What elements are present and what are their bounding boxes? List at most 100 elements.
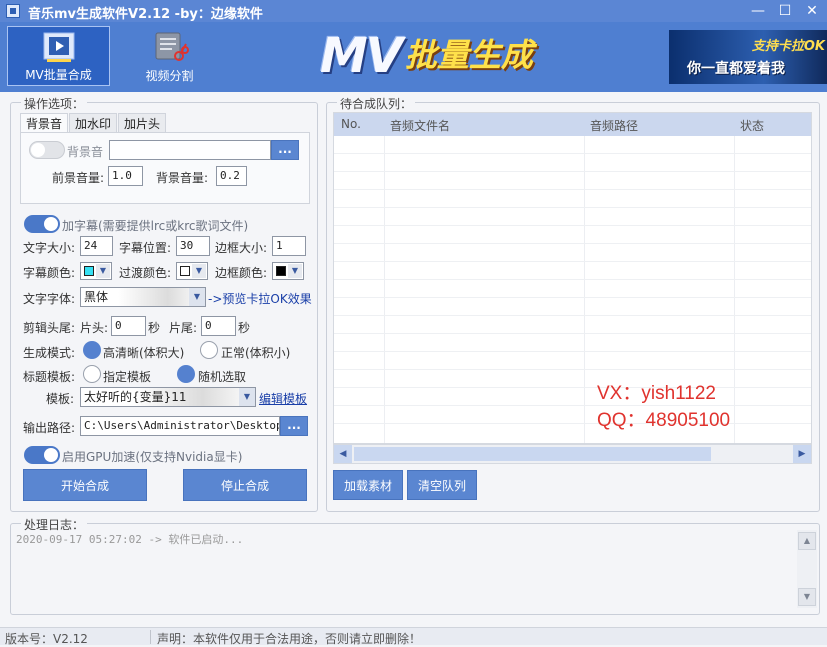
mode-hd-radio[interactable] (83, 341, 101, 359)
chevron-down-icon: ▼ (189, 288, 205, 306)
tab-video-split[interactable]: 视频分割 (118, 26, 221, 86)
row-divider (334, 423, 811, 424)
font-size-input[interactable]: 24 (80, 236, 113, 256)
column-status[interactable]: 状态 (740, 117, 764, 134)
mode-label: 生成模式: (23, 346, 76, 360)
log-line: 2020-09-17 05:27:02 -> 软件已启动... (16, 533, 244, 546)
template-random-radio[interactable] (177, 365, 195, 383)
row-divider (334, 171, 811, 172)
trim-tail-label: 片尾: (169, 321, 198, 335)
trim-head-input[interactable]: 0 (111, 316, 146, 336)
load-material-button[interactable]: 加载素材 (333, 470, 403, 500)
queue-table[interactable]: No. 音频文件名 音频路径 状态 (333, 112, 812, 444)
gpu-toggle[interactable] (24, 446, 60, 464)
minimize-button[interactable]: — (745, 1, 771, 21)
output-path-label: 输出路径: (23, 421, 76, 435)
mode-hd-label: 高清晰(体积大) (103, 346, 185, 360)
template-value: 太好听的{变量}11 (84, 390, 187, 404)
karaoke-preview-link[interactable]: ->预览卡拉OK效果 (208, 290, 312, 307)
edit-template-link[interactable]: 编辑模板 (259, 390, 307, 407)
row-divider (334, 189, 811, 190)
template-specified-radio[interactable] (83, 365, 101, 383)
gpu-toggle-label: 启用GPU加速(仅支持Nvidia显卡) (62, 450, 243, 464)
scroll-right-icon[interactable]: ▶ (793, 445, 811, 463)
output-browse-button[interactable]: ... (280, 416, 308, 436)
start-button[interactable]: 开始合成 (23, 469, 147, 501)
log-textarea[interactable]: 2020-09-17 05:27:02 -> 软件已启动... ▲ ▼ (11, 528, 817, 610)
subtitle-toggle-label: 加字幕(需要提供lrc或krc歌词文件) (62, 219, 249, 233)
scroll-down-icon[interactable]: ▼ (798, 588, 816, 606)
column-divider (734, 136, 735, 443)
tab-mv-batch[interactable]: MV批量合成 (7, 26, 110, 86)
font-family-select[interactable]: 黑体 ▼ (80, 287, 206, 307)
transition-color-swatch (180, 266, 190, 276)
video-cut-icon (155, 32, 189, 61)
chevron-down-icon: ▼ (288, 264, 302, 278)
scroll-left-icon[interactable]: ◀ (334, 445, 352, 463)
toolbar: MV批量合成 视频分割 MV 批量生成 支持卡拉OK 你一直都爱着我 (0, 22, 827, 92)
tab-intro[interactable]: 加片头 (118, 113, 167, 133)
template-label: 模板: (46, 392, 75, 406)
column-divider (384, 136, 385, 443)
tab-bgm[interactable]: 背景音 (20, 113, 69, 133)
column-audio-path[interactable]: 音频路径 (590, 117, 638, 134)
bgm-browse-button[interactable]: ... (271, 140, 299, 160)
row-divider (334, 315, 811, 316)
subtitle-color-picker[interactable]: ▼ (80, 262, 112, 280)
column-audio-filename[interactable]: 音频文件名 (390, 117, 450, 134)
trim-head-label: 片头: (80, 321, 109, 335)
notice-text: 声明：本软件仅用于合法用途，否则请立即删除！ (157, 632, 422, 646)
bg-volume-input[interactable]: 0.2 (216, 166, 247, 186)
column-divider (584, 136, 585, 443)
contact-qq: QQ：48905100 (597, 410, 731, 431)
chevron-down-icon: ▼ (239, 388, 255, 406)
row-divider (334, 279, 811, 280)
maximize-button[interactable]: ☐ (772, 1, 798, 21)
mode-normal-radio[interactable] (200, 341, 218, 359)
output-path-input[interactable]: C:\Users\Administrator\Desktop\d (80, 416, 280, 436)
window-title: 音乐mv生成软件V2.12 -by：边缘软件 (28, 7, 263, 22)
karaoke-banner: 支持卡拉OK 你一直都爱着我 (669, 30, 827, 84)
template-select[interactable]: 太好听的{变量}11 ▼ (80, 387, 256, 407)
column-no[interactable]: No. (341, 117, 361, 131)
trim-label: 剪辑头尾: (23, 321, 76, 335)
subtitle-position-label: 字幕位置: (119, 241, 172, 255)
stop-button[interactable]: 停止合成 (183, 469, 307, 501)
border-color-picker[interactable]: ▼ (272, 262, 304, 280)
font-size-label: 文字大小: (23, 241, 76, 255)
close-button[interactable]: ✕ (799, 1, 825, 21)
border-color-label: 边框颜色: (215, 266, 268, 280)
logo-mv-text: MV (320, 28, 403, 84)
queue-hscrollbar[interactable]: ◀ ▶ (333, 444, 812, 464)
bgm-toggle[interactable] (29, 141, 65, 159)
bgm-toggle-label: 背景音 (67, 145, 104, 159)
clear-queue-button[interactable]: 清空队列 (407, 470, 477, 500)
log-vscrollbar[interactable]: ▲ ▼ (797, 530, 817, 608)
front-volume-input[interactable]: 1.0 (108, 166, 143, 186)
tab-video-split-label: 视频分割 (145, 69, 194, 83)
front-volume-label: 前景音量: (52, 171, 105, 185)
subtitle-color-label: 字幕颜色: (23, 266, 76, 280)
scroll-up-icon[interactable]: ▲ (798, 532, 816, 550)
transition-color-label: 过渡颜色: (119, 266, 172, 280)
transition-color-picker[interactable]: ▼ (176, 262, 208, 280)
row-divider (334, 297, 811, 298)
row-divider (334, 243, 811, 244)
trim-tail-input[interactable]: 0 (201, 316, 236, 336)
chevron-down-icon: ▼ (96, 264, 110, 278)
trim-tail-unit: 秒 (238, 321, 251, 335)
title-bar: 音乐mv生成软件V2.12 -by：边缘软件 — ☐ ✕ (0, 0, 827, 22)
subtitle-position-input[interactable]: 30 (176, 236, 210, 256)
contact-vx: VX：yish1122 (597, 383, 716, 404)
tab-watermark[interactable]: 加水印 (69, 113, 118, 133)
row-divider (334, 351, 811, 352)
border-size-input[interactable]: 1 (272, 236, 306, 256)
title-template-label: 标题模板: (23, 370, 76, 384)
version-text: 版本号：V2.12 (5, 632, 88, 646)
bgm-path-input[interactable] (109, 140, 271, 160)
banner-line1: 支持卡拉OK (751, 39, 825, 54)
queue-hscroll-thumb[interactable] (354, 447, 711, 461)
row-divider (334, 369, 811, 370)
queue-table-header: No. 音频文件名 音频路径 状态 (334, 113, 811, 136)
subtitle-toggle[interactable] (24, 215, 60, 233)
